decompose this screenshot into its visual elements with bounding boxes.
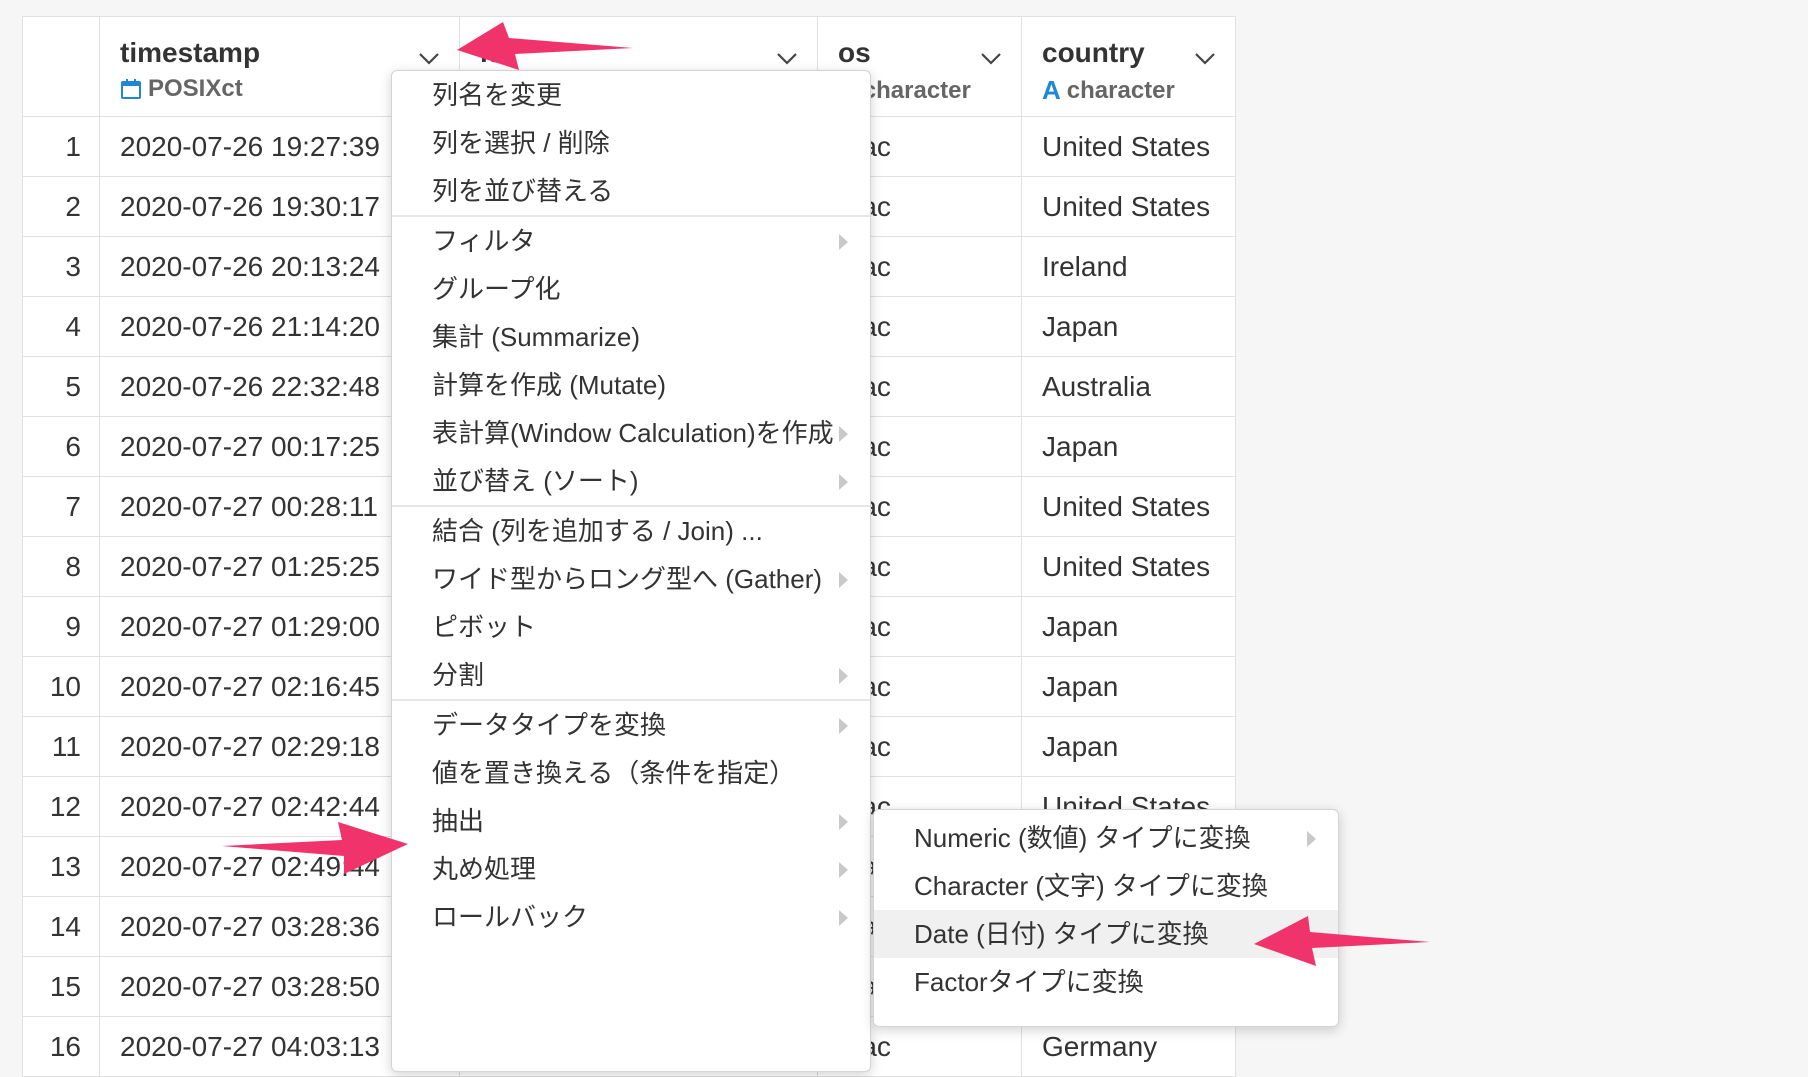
menu-item-label: 列を並び替える <box>432 176 614 206</box>
column-type: character <box>1066 76 1175 104</box>
cell-country: Ireland <box>1021 236 1236 297</box>
submenu-arrow-icon <box>839 426 848 442</box>
menu-item[interactable]: ロールバック <box>392 893 870 941</box>
menu-item-label: 集計 (Summarize) <box>432 322 641 352</box>
menu-item-label: データタイプを変換 <box>432 710 667 740</box>
cell-country: Japan <box>1021 716 1236 777</box>
row-number: 13 <box>22 836 100 897</box>
menu-item[interactable]: 計算を作成 (Mutate) <box>392 361 870 409</box>
menu-item[interactable]: データタイプを変換 <box>392 701 870 749</box>
submenu-item-label: Date (日付) タイプに変換 <box>914 919 1209 949</box>
row-number: 7 <box>22 476 100 537</box>
menu-item-label: 計算を作成 (Mutate) <box>432 370 667 400</box>
menu-item[interactable]: 結合 (列を追加する / Join) ... <box>392 507 870 555</box>
column-header-country[interactable]: country A character <box>1021 16 1236 117</box>
chevron-down-icon[interactable] <box>1193 51 1217 67</box>
menu-item-label: ロールバック <box>432 902 589 932</box>
cell-country: Japan <box>1021 296 1236 357</box>
row-number-header <box>22 16 100 117</box>
row-number: 15 <box>22 956 100 1017</box>
submenu-arrow-icon <box>839 474 848 490</box>
menu-group: フィルタグループ化集計 (Summarize) 計算を作成 (Mutate) 表計算… <box>392 217 870 507</box>
menu-item-label: 抽出 <box>432 806 485 836</box>
menu-item[interactable]: 抽出 <box>392 797 870 845</box>
menu-item-label: 結合 (列を追加する / Join) ... <box>432 516 763 546</box>
row-number: 5 <box>22 356 100 417</box>
row-number: 11 <box>22 716 100 777</box>
annotation-arrow-icon <box>222 822 408 874</box>
submenu-arrow-icon <box>839 668 848 684</box>
menu-item[interactable]: 表計算(Window Calculation)を作成 <box>392 409 870 457</box>
row-number: 10 <box>22 656 100 717</box>
menu-item[interactable]: 値を置き換える（条件を指定） <box>392 749 870 797</box>
calendar-icon <box>121 79 141 99</box>
cell-country: Japan <box>1021 416 1236 477</box>
menu-item-label: ピボット <box>432 612 537 642</box>
submenu-arrow-icon <box>839 572 848 588</box>
menu-item-label: 値を置き換える（条件を指定） <box>432 758 796 788</box>
row-number: 14 <box>22 896 100 957</box>
row-number: 6 <box>22 416 100 477</box>
row-number: 8 <box>22 536 100 597</box>
menu-item-label: ワイド型からロング型へ (Gather) <box>432 564 823 594</box>
chevron-down-icon[interactable] <box>775 51 799 67</box>
character-icon: A <box>1042 75 1061 105</box>
column-context-menu: 列名を変更 列を選択 / 削除 列を並び替えるフィルタグループ化集計 (Summar… <box>391 70 871 1072</box>
menu-group: 列名を変更 列を選択 / 削除 列を並び替える <box>392 71 870 217</box>
menu-item[interactable]: 集計 (Summarize) <box>392 313 870 361</box>
column-type: character <box>862 76 971 104</box>
menu-item[interactable]: 列を並び替える <box>392 167 870 215</box>
cell-country: United States <box>1021 176 1236 237</box>
column-name: country <box>1042 37 1145 68</box>
row-number: 9 <box>22 596 100 657</box>
menu-group: データタイプを変換値を置き換える（条件を指定） 抽出丸め処理ロールバック <box>392 701 870 941</box>
submenu-item[interactable]: Numeric (数値) タイプに変換 <box>874 814 1338 862</box>
submenu-item[interactable]: Character (文字) タイプに変換 <box>874 862 1338 910</box>
cell-country: Japan <box>1021 656 1236 717</box>
menu-item[interactable]: 丸め処理 <box>392 845 870 893</box>
submenu-arrow-icon <box>839 718 848 734</box>
menu-item-label: 列を選択 / 削除 <box>432 128 610 158</box>
menu-item[interactable]: グループ化 <box>392 265 870 313</box>
menu-item[interactable]: 列を選択 / 削除 <box>392 119 870 167</box>
cell-country: Australia <box>1021 356 1236 417</box>
menu-item-label: フィルタ <box>432 226 536 256</box>
row-number: 4 <box>22 296 100 357</box>
column-name: timestamp <box>120 37 261 68</box>
row-number: 16 <box>22 1016 100 1077</box>
menu-item[interactable]: ワイド型からロング型へ (Gather) <box>392 555 870 603</box>
cell-country: Japan <box>1021 596 1236 657</box>
submenu-item-label: Factorタイプに変換 <box>914 967 1144 997</box>
menu-item-label: 並び替え (ソート) <box>432 466 639 496</box>
menu-item[interactable]: 分割 <box>392 651 870 699</box>
cell-country: United States <box>1021 476 1236 537</box>
menu-item[interactable]: 並び替え (ソート) <box>392 457 870 505</box>
column-name: os <box>838 37 871 68</box>
menu-group: 結合 (列を追加する / Join) ... ワイド型からロング型へ (Gathe… <box>392 507 870 701</box>
annotation-arrow-icon <box>1254 916 1430 966</box>
menu-item[interactable]: フィルタ <box>392 217 870 265</box>
menu-item-label: 表計算(Window Calculation)を作成 <box>432 418 834 448</box>
submenu-arrow-icon <box>1307 831 1316 847</box>
chevron-down-icon[interactable] <box>979 51 1003 67</box>
row-number: 12 <box>22 776 100 837</box>
annotation-arrow-icon <box>457 22 633 70</box>
row-number: 1 <box>22 116 100 177</box>
menu-item-label: グループ化 <box>432 274 561 304</box>
row-number: 3 <box>22 236 100 297</box>
cell-country: United States <box>1021 536 1236 597</box>
cell-country: United States <box>1021 116 1236 177</box>
column-type: POSIXct <box>148 75 243 102</box>
menu-item-label: 丸め処理 <box>432 854 537 884</box>
submenu-arrow-icon <box>839 910 848 926</box>
menu-item-label: 分割 <box>432 660 485 690</box>
chevron-down-icon[interactable] <box>417 51 441 67</box>
submenu-arrow-icon <box>839 814 848 830</box>
submenu-arrow-icon <box>839 862 848 878</box>
submenu-arrow-icon <box>839 234 848 250</box>
row-number: 2 <box>22 176 100 237</box>
submenu-item-label: Numeric (数値) タイプに変換 <box>914 823 1251 853</box>
submenu-item-label: Character (文字) タイプに変換 <box>914 871 1268 901</box>
menu-item[interactable]: ピボット <box>392 603 870 651</box>
